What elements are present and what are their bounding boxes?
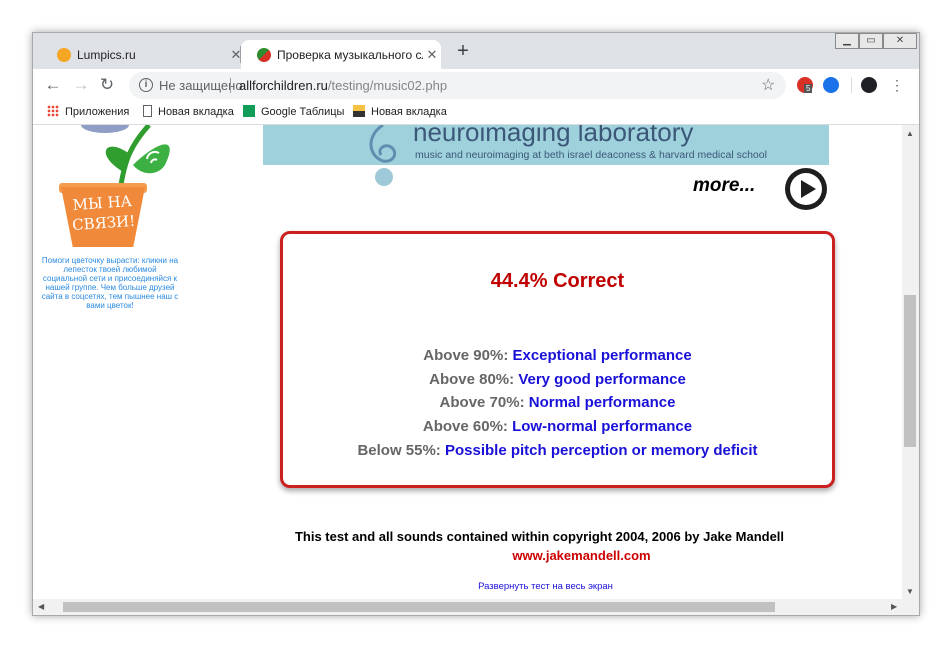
fullscreen-link[interactable]: Развернуть тест на весь экран bbox=[33, 581, 902, 592]
divider bbox=[851, 77, 852, 93]
lumpics-favicon-icon bbox=[57, 48, 71, 62]
copyright-text: This test and all sounds contained withi… bbox=[294, 529, 785, 544]
clef-dot-icon bbox=[375, 168, 393, 186]
bookmark-star-icon[interactable]: ☆ bbox=[761, 75, 775, 95]
tab-title: Проверка музыкального слуха bbox=[277, 48, 423, 62]
maximize-icon[interactable]: ▭ bbox=[859, 33, 883, 49]
bookmark-apps[interactable]: Приложения bbox=[47, 105, 129, 121]
test-favicon-icon bbox=[257, 48, 271, 62]
level-row: Above 70%: Normal performance bbox=[283, 394, 832, 411]
bookmark-label: Новая вкладка bbox=[371, 106, 447, 118]
neuroimaging-banner[interactable]: neuroimaging laboratory music and neuroi… bbox=[263, 125, 829, 165]
extension-badge: 5 bbox=[804, 84, 813, 93]
level-threshold: Above 70%: bbox=[439, 394, 525, 411]
close-window-icon[interactable]: ✕ bbox=[883, 33, 917, 49]
horizontal-scrollbar[interactable]: ◀ ▶ bbox=[33, 599, 919, 615]
bookmark-label: Новая вкладка bbox=[158, 106, 234, 118]
tab-title: Lumpics.ru bbox=[77, 48, 136, 62]
tab-strip: Lumpics.ru ✕ Проверка музыкального слуха… bbox=[33, 33, 919, 69]
extension-icon[interactable]: 5 bbox=[797, 77, 813, 93]
level-row: Above 80%: Very good performance bbox=[283, 371, 832, 388]
result-box: 44.4% Correct Above 90%: Exceptional per… bbox=[280, 231, 835, 488]
scroll-up-icon[interactable]: ▲ bbox=[906, 129, 914, 138]
level-description: Very good performance bbox=[518, 371, 686, 388]
level-threshold: Below 55%: bbox=[357, 442, 441, 459]
image-icon bbox=[353, 105, 365, 117]
scroll-right-icon[interactable]: ▶ bbox=[891, 602, 897, 611]
more-link[interactable]: more... bbox=[693, 175, 755, 197]
music-clef-icon bbox=[369, 125, 397, 163]
url-domain: allforchildren.ru bbox=[239, 78, 328, 93]
bookmark-new-tab-2[interactable]: Новая вкладка bbox=[353, 105, 447, 121]
play-arrow-button[interactable] bbox=[785, 168, 827, 210]
tab-music-test[interactable]: Проверка музыкального слуха ✕ bbox=[241, 40, 441, 69]
page-icon bbox=[143, 105, 152, 117]
play-arrow-icon bbox=[801, 180, 816, 198]
minimize-icon[interactable]: ▁ bbox=[835, 33, 859, 49]
widget-caption: Помоги цветочку вырасти: кликни на лепес… bbox=[41, 256, 179, 310]
profile-avatar[interactable] bbox=[861, 77, 877, 93]
vertical-scroll-thumb[interactable] bbox=[904, 295, 916, 447]
level-description: Possible pitch perception or memory defi… bbox=[444, 442, 758, 459]
bookmark-google-sheets[interactable]: Google Таблицы bbox=[243, 105, 344, 121]
toolbar: ← → ↻ i Не защищено allforchildren.ru/te… bbox=[33, 69, 919, 101]
scroll-down-icon[interactable]: ▼ bbox=[906, 587, 914, 596]
new-tab-button[interactable]: + bbox=[453, 41, 473, 61]
globe-extension-icon[interactable] bbox=[823, 77, 839, 93]
menu-dots-icon[interactable]: ⋮ bbox=[885, 73, 909, 97]
info-icon[interactable]: i bbox=[139, 78, 153, 92]
page-content: МЫ НА СВЯЗИ! Помоги цветочку вырасти: кл… bbox=[33, 125, 902, 599]
close-tab-icon[interactable]: ✕ bbox=[424, 47, 440, 63]
bookmark-label: Google Таблицы bbox=[261, 106, 345, 118]
banner-title: neuroimaging laboratory bbox=[413, 125, 694, 147]
apps-grid-icon bbox=[47, 105, 59, 117]
forward-arrow-icon[interactable]: → bbox=[69, 73, 93, 97]
browser-window: Lumpics.ru ✕ Проверка музыкального слуха… bbox=[32, 32, 920, 616]
level-row: Above 60%: Low-normal performance bbox=[283, 418, 832, 435]
level-threshold: Above 60%: bbox=[422, 418, 508, 435]
banner-subtitle: music and neuroimaging at beth israel de… bbox=[415, 149, 767, 161]
level-description: Low-normal performance bbox=[512, 418, 693, 435]
level-description: Exceptional performance bbox=[512, 347, 692, 364]
flower-stem-icon bbox=[81, 125, 170, 186]
bookmark-label: Приложения bbox=[65, 106, 130, 118]
url-path: /testing/music02.php bbox=[327, 78, 448, 93]
bookmark-new-tab[interactable]: Новая вкладка bbox=[143, 105, 234, 121]
level-description: Normal performance bbox=[528, 394, 676, 411]
level-threshold: Above 90%: bbox=[423, 347, 509, 364]
vertical-scrollbar[interactable]: ▲ ▼ bbox=[902, 125, 919, 599]
level-row: Above 90%: Exceptional performance bbox=[283, 347, 832, 364]
horizontal-scroll-thumb[interactable] bbox=[63, 602, 775, 612]
level-threshold: Above 80%: bbox=[429, 371, 515, 388]
jakemandell-link[interactable]: www.jakemandell.com bbox=[33, 548, 902, 563]
tab-lumpics[interactable]: Lumpics.ru ✕ bbox=[41, 40, 241, 69]
divider bbox=[230, 78, 231, 93]
sheets-icon bbox=[243, 105, 255, 117]
pot-text: МЫ НА СВЯЗИ! bbox=[71, 191, 136, 235]
level-row: Below 55%: Possible pitch perception or … bbox=[283, 442, 832, 459]
scroll-left-icon[interactable]: ◀ bbox=[38, 602, 44, 611]
reload-icon[interactable]: ↻ bbox=[95, 73, 119, 97]
url-text[interactable]: allforchildren.ru/testing/music02.php bbox=[239, 78, 447, 93]
score-text: 44.4% Correct bbox=[490, 270, 625, 292]
back-arrow-icon[interactable]: ← bbox=[41, 73, 65, 97]
bookmarks-bar: Приложения Новая вкладка Google Таблицы … bbox=[33, 101, 919, 125]
address-bar[interactable]: i Не защищено allforchildren.ru/testing/… bbox=[129, 72, 786, 99]
